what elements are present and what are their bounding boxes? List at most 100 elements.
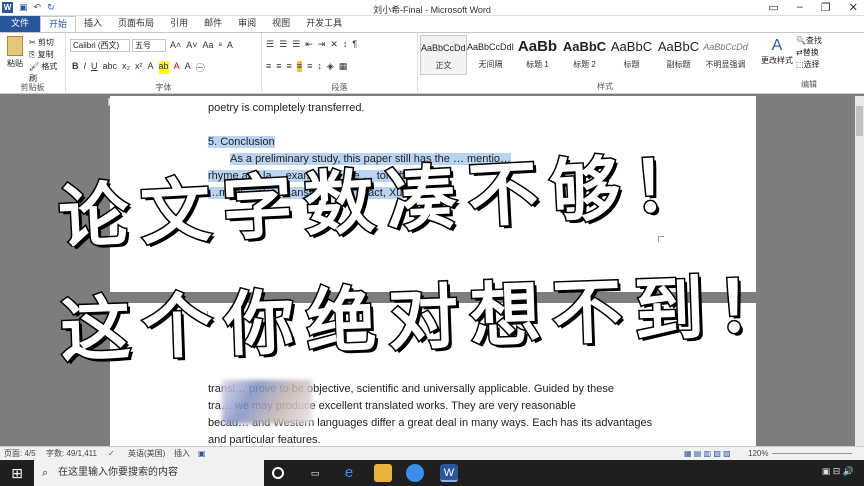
underline-icon[interactable]: U [91,61,98,74]
heading-text: 5. Conclusion [208,136,275,148]
cut-label: 剪切 [37,38,54,47]
strikethrough-icon[interactable]: abc [103,61,118,74]
paragraph-group-label: 段落 [331,83,348,92]
edge-icon[interactable]: e [340,464,358,482]
clock-app-icon[interactable] [406,464,424,482]
margin-corner [658,236,664,242]
superscript-icon[interactable]: x² [135,61,143,74]
tab-review[interactable]: 审阅 [230,16,264,32]
replace-button[interactable]: ⇄替换 [796,47,822,59]
style-heading-1[interactable]: AaBb 标题 1 [514,35,561,75]
system-tray[interactable]: ▣ ⊟ 🔊 [822,466,854,477]
style-normal[interactable]: AaBbCcDdI 正文 [420,35,467,75]
tab-view[interactable]: 视图 [264,16,298,32]
enclose-char-icon[interactable]: ㊀ [196,61,205,74]
phonetic-guide-icon[interactable]: ᵃ [219,40,222,50]
minimize-button[interactable]: – [797,1,803,14]
line-spacing-icon[interactable]: ↕ [317,61,322,72]
tab-mailings[interactable]: 邮件 [196,16,230,32]
clipboard-group-label: 剪贴板 [20,83,45,92]
increase-indent-icon[interactable]: ⇥ [318,39,326,50]
cut-button[interactable]: ✂ 剪切 [29,37,65,49]
highlight-icon[interactable]: ab [158,61,169,74]
italic-icon[interactable]: I [84,61,87,74]
style-title[interactable]: AaBbC 标题 [608,35,655,75]
paste-button[interactable]: 粘贴 [4,36,26,69]
char-border-icon[interactable]: A [227,40,233,50]
start-button[interactable]: ⊞ [0,460,34,486]
style-subtitle[interactable]: AaBbC 副标题 [655,35,702,75]
justify-icon[interactable]: ≡ [296,61,303,72]
style-subtle-emphasis[interactable]: AaBbCcDd 不明显强调 [702,35,749,75]
grow-font-icon[interactable]: A˄ [170,40,181,50]
tab-developer[interactable]: 开发工具 [298,16,350,32]
status-bar: 页面: 4/5 字数: 49/1,411 ✓ 英语(美国) 插入 ▣ ▦ ▤ ▥… [0,446,864,460]
clipboard-group: 粘贴 ✂ 剪切 ⎘ 复制 🖌 格式刷 剪贴板 [0,33,66,94]
view-buttons[interactable]: ▦ ▤ ▥ ▧ ▨ [684,447,731,460]
select-button[interactable]: ⬚选择 [796,59,822,71]
tab-file[interactable]: 文件 [0,16,41,32]
close-button[interactable]: ✕ [849,1,858,14]
file-explorer-icon[interactable] [374,464,392,482]
task-switcher-icon[interactable]: ▭ [306,464,324,482]
copy-label: 复制 [37,50,54,59]
align-center-icon[interactable]: ≡ [276,61,281,72]
ribbon-tabs: 文件 开始 插入 页面布局 引用 邮件 审阅 视图 开发工具 [0,16,864,32]
shrink-font-icon[interactable]: A˅ [186,40,197,50]
char-shading-icon[interactable]: A [185,61,191,74]
zoom-level[interactable]: 120% [748,447,768,460]
style-no-spacing[interactable]: AaBbCcDdI 无间隔 [467,35,514,75]
scrollbar-thumb[interactable] [856,106,863,136]
page-count[interactable]: 页面: 4/5 [4,447,36,460]
select-label: 选择 [803,60,820,69]
style-preview: AaBbC [562,39,607,54]
task-view-icon[interactable] [272,467,284,479]
style-name: 标题 1 [526,60,549,69]
copy-button[interactable]: ⎘ 复制 [29,49,65,61]
multilevel-list-icon[interactable]: ☰ [292,39,300,50]
blurred-smear [222,380,312,424]
borders-icon[interactable]: ▦ [339,61,348,72]
style-preview: AaBbCcDd [703,42,748,52]
decrease-indent-icon[interactable]: ⇤ [305,39,313,50]
subscript-icon[interactable]: x₂ [122,61,130,74]
tab-references[interactable]: 引用 [162,16,196,32]
text-effects-icon[interactable]: A [148,61,154,74]
font-group: Calibri (西文) 五号 A˄ A˅ Aa ᵃ A B I U abc x… [66,33,262,94]
align-right-icon[interactable]: ≡ [287,61,292,72]
paragraph-tools-row1: ☰ ☰ ☰ ⇤ ⇥ ✕ ↕ ¶ [266,39,357,50]
taskbar-search-box[interactable]: ⌕ 在这里输入你要搜索的内容 [34,460,264,486]
paste-label: 粘贴 [7,59,23,68]
show-marks-icon[interactable]: ¶ [352,39,357,50]
distribute-icon[interactable]: ≡ [307,61,312,72]
align-left-icon[interactable]: ≡ [266,61,271,72]
insert-mode[interactable]: 插入 [174,447,190,460]
font-name-select[interactable]: Calibri (西文) [70,39,130,52]
word-count[interactable]: 字数: 49/1,411 [46,447,97,460]
tab-page-layout[interactable]: 页面布局 [110,16,162,32]
numbering-icon[interactable]: ☰ [279,39,287,50]
ribbon-display-icon[interactable]: ▭ [768,1,778,14]
language[interactable]: 英语(美国) [128,447,165,460]
chinese-layout-icon[interactable]: ✕ [330,39,338,50]
zoom-slider[interactable] [772,453,852,454]
find-button[interactable]: 🔍查找 [796,35,822,47]
proofing-icon[interactable]: ✓ [108,447,115,460]
shading-icon[interactable]: ◈ [327,61,334,72]
style-heading-2[interactable]: AaBbC 标题 2 [561,35,608,75]
macro-icon[interactable]: ▣ [198,447,206,460]
tab-insert[interactable]: 插入 [76,16,110,32]
styles-gallery: AaBbCcDdI 正文 AaBbCcDdI 无间隔 AaBb 标题 1 AaB… [420,35,749,75]
bold-icon[interactable]: B [72,61,79,74]
restore-button[interactable]: ❐ [821,1,831,14]
vertical-scrollbar[interactable] [855,96,864,446]
font-size-select[interactable]: 五号 [132,39,166,52]
change-styles-button[interactable]: A 更改样式 [760,37,794,66]
change-case-icon[interactable]: Aa [203,40,214,50]
window-controls: ▭ – ❐ ✕ [768,1,858,14]
sort-icon[interactable]: ↕ [343,39,348,50]
bullets-icon[interactable]: ☰ [266,39,274,50]
font-color-icon[interactable]: A [174,61,180,74]
tab-home[interactable]: 开始 [40,16,77,32]
word-taskbar-icon[interactable]: W [440,464,458,482]
